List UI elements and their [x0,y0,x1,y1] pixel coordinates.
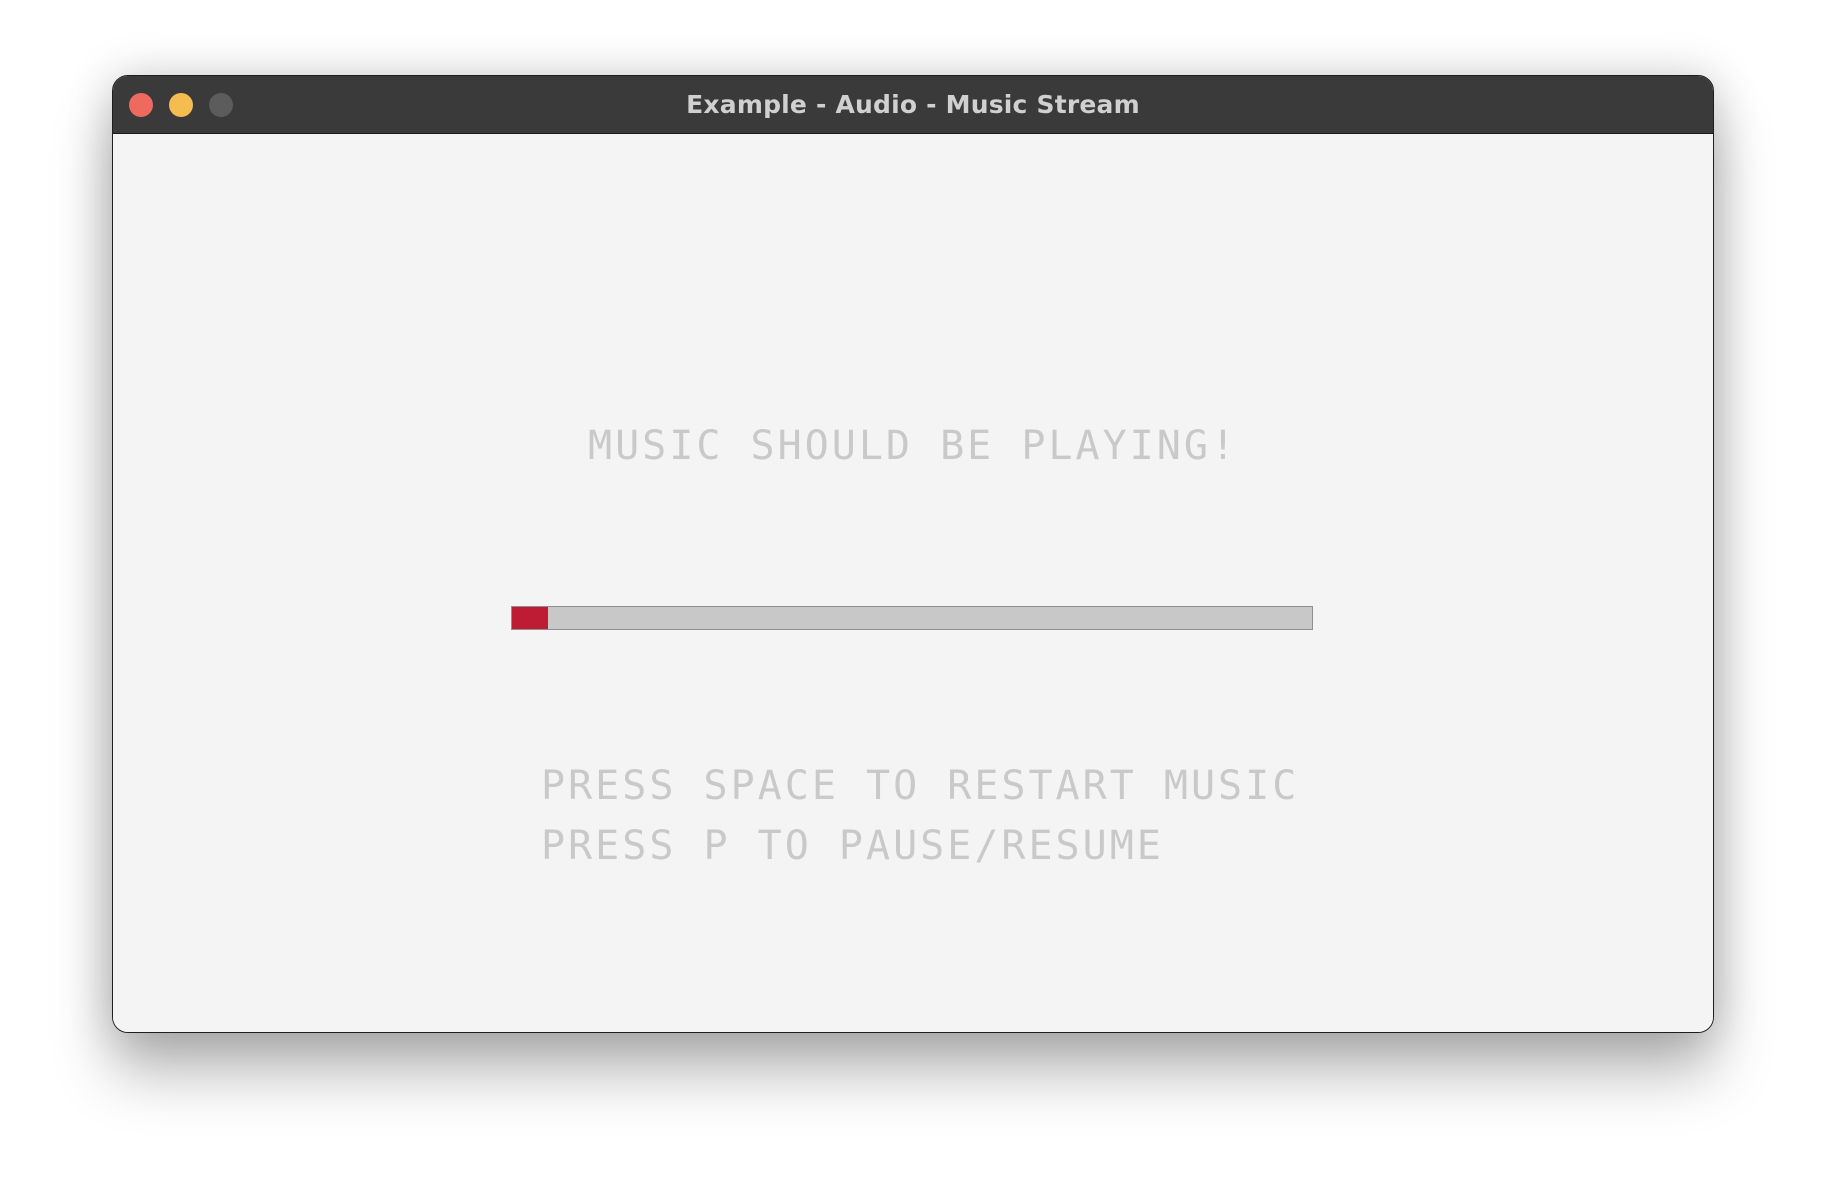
music-progress-fill [512,607,548,629]
app-window: Example - Audio - Music Stream MUSIC SHO… [112,75,1714,1033]
title-bar[interactable]: Example - Audio - Music Stream [113,76,1713,134]
headline-text: MUSIC SHOULD BE PLAYING! [588,423,1238,469]
restart-hint-text: PRESS SPACE TO RESTART MUSIC [541,763,1300,809]
pause-hint-text: PRESS P TO PAUSE/RESUME [541,823,1164,869]
window-title: Example - Audio - Music Stream [686,90,1140,119]
music-progress-bar [511,606,1313,630]
content-area: MUSIC SHOULD BE PLAYING! PRESS SPACE TO … [113,134,1713,1032]
